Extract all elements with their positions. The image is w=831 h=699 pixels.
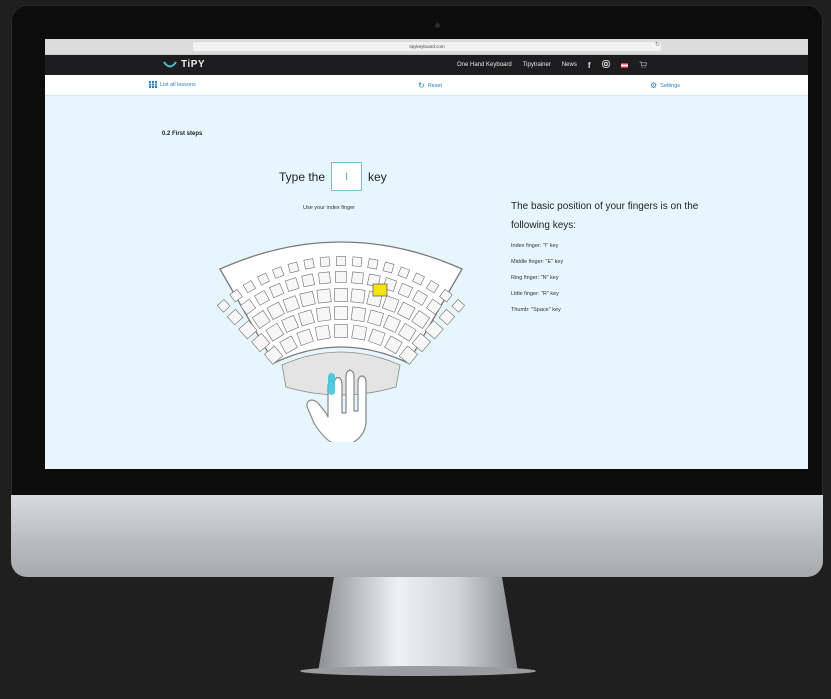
finger-position-list: Index finger: "I" key Middle finger: "E"… bbox=[511, 238, 563, 318]
reset-icon: ↻ bbox=[418, 81, 425, 90]
smile-logo-icon bbox=[163, 60, 177, 67]
imac-chin bbox=[11, 495, 823, 577]
url-field[interactable]: tipykeyboard.com bbox=[193, 42, 661, 51]
keyboard-key bbox=[301, 273, 316, 288]
grid-icon bbox=[149, 81, 157, 88]
list-item: Middle finger: "E" key bbox=[511, 259, 564, 265]
gear-icon: ⚙ bbox=[650, 81, 658, 90]
keyboard-key bbox=[287, 261, 300, 274]
keyboard-key bbox=[334, 324, 348, 338]
keyboard-key bbox=[318, 271, 331, 285]
list-item: Thumb: "Space" key bbox=[511, 307, 561, 313]
keyboard-key bbox=[314, 324, 331, 341]
cart-icon[interactable] bbox=[639, 60, 647, 70]
keyboard-key bbox=[334, 306, 348, 320]
keyboard-key bbox=[451, 299, 466, 313]
keyboard-key bbox=[336, 256, 346, 266]
desktop-photo: tipykeyboard.com ↻ TiPY One Hand Keyboar… bbox=[0, 0, 831, 699]
nav-link-news[interactable]: News bbox=[562, 62, 577, 68]
reset-label: Reset bbox=[427, 82, 443, 89]
keyboard-key bbox=[382, 261, 395, 274]
finger-hint: Use your index finger bbox=[303, 205, 355, 211]
keyboard-key bbox=[350, 306, 367, 322]
basic-position-heading: The basic position of your fingers is on… bbox=[511, 201, 699, 231]
nav-link-tipytrainer[interactable]: Tipytrainer bbox=[523, 62, 551, 68]
type-prompt: Type the I key bbox=[279, 162, 387, 191]
prompt-before: Type the bbox=[279, 169, 326, 184]
list-item: Ring finger: "N" key bbox=[511, 275, 559, 281]
keyboard-key bbox=[226, 308, 244, 326]
keyboard-key bbox=[350, 288, 366, 304]
keyboard-key bbox=[335, 271, 347, 283]
keyboard-key bbox=[351, 256, 363, 267]
one-hand-keyboard-illustration bbox=[216, 241, 466, 442]
nav-link-one-hand-keyboard[interactable]: One Hand Keyboard bbox=[457, 62, 512, 68]
keyboard-key bbox=[299, 290, 316, 308]
keyboard-key bbox=[334, 288, 348, 302]
target-key: I bbox=[345, 170, 349, 183]
reset-button[interactable]: ↻ Reset bbox=[418, 81, 442, 90]
keyboard-key bbox=[351, 324, 368, 341]
browser-window: tipykeyboard.com ↻ TiPY One Hand Keyboar… bbox=[45, 39, 808, 469]
keyboard-key bbox=[315, 306, 332, 322]
keyboard-key bbox=[303, 258, 315, 270]
url-text: tipykeyboard.com bbox=[409, 44, 445, 49]
keyboard-key bbox=[319, 256, 331, 267]
prompt-after: key bbox=[368, 169, 387, 184]
site-navbar: TiPY One Hand Keyboard Tipytrainer News … bbox=[45, 55, 808, 75]
keyboard-key bbox=[216, 299, 231, 313]
imac-stand bbox=[318, 577, 518, 672]
camera bbox=[435, 23, 440, 28]
index-finger-glow bbox=[328, 373, 335, 395]
lesson-toolbar: List all lessons ↻ Reset ⚙ Settings bbox=[45, 75, 808, 96]
list-item: Little finger: "R" key bbox=[511, 291, 559, 297]
keyboard-key bbox=[438, 308, 456, 326]
tipy-logo[interactable]: TiPY bbox=[163, 59, 205, 70]
lesson-title: 0.2 First steps bbox=[162, 131, 203, 137]
keyboard-key bbox=[367, 258, 379, 270]
reload-icon[interactable]: ↻ bbox=[655, 41, 660, 48]
logo-text: TiPY bbox=[181, 59, 206, 70]
target-key-box: I bbox=[331, 162, 363, 191]
settings-label: Settings bbox=[660, 82, 681, 89]
browser-url-bar: tipykeyboard.com ↻ bbox=[45, 39, 808, 55]
facebook-icon[interactable]: f bbox=[588, 61, 591, 70]
list-lessons-label: List all lessons bbox=[160, 81, 196, 88]
nav-links: One Hand Keyboard Tipytrainer News f bbox=[457, 55, 647, 75]
list-item: Index finger: "I" key bbox=[511, 243, 559, 249]
keyboard-key bbox=[351, 271, 364, 285]
austria-flag-icon[interactable] bbox=[620, 62, 628, 68]
keyboard-key bbox=[316, 288, 332, 304]
list-lessons-button[interactable]: List all lessons bbox=[149, 81, 196, 88]
imac-stand-foot bbox=[300, 666, 536, 676]
highlighted-i-key bbox=[372, 283, 388, 297]
settings-button[interactable]: ⚙ Settings bbox=[650, 81, 680, 90]
instagram-icon[interactable] bbox=[601, 60, 610, 70]
